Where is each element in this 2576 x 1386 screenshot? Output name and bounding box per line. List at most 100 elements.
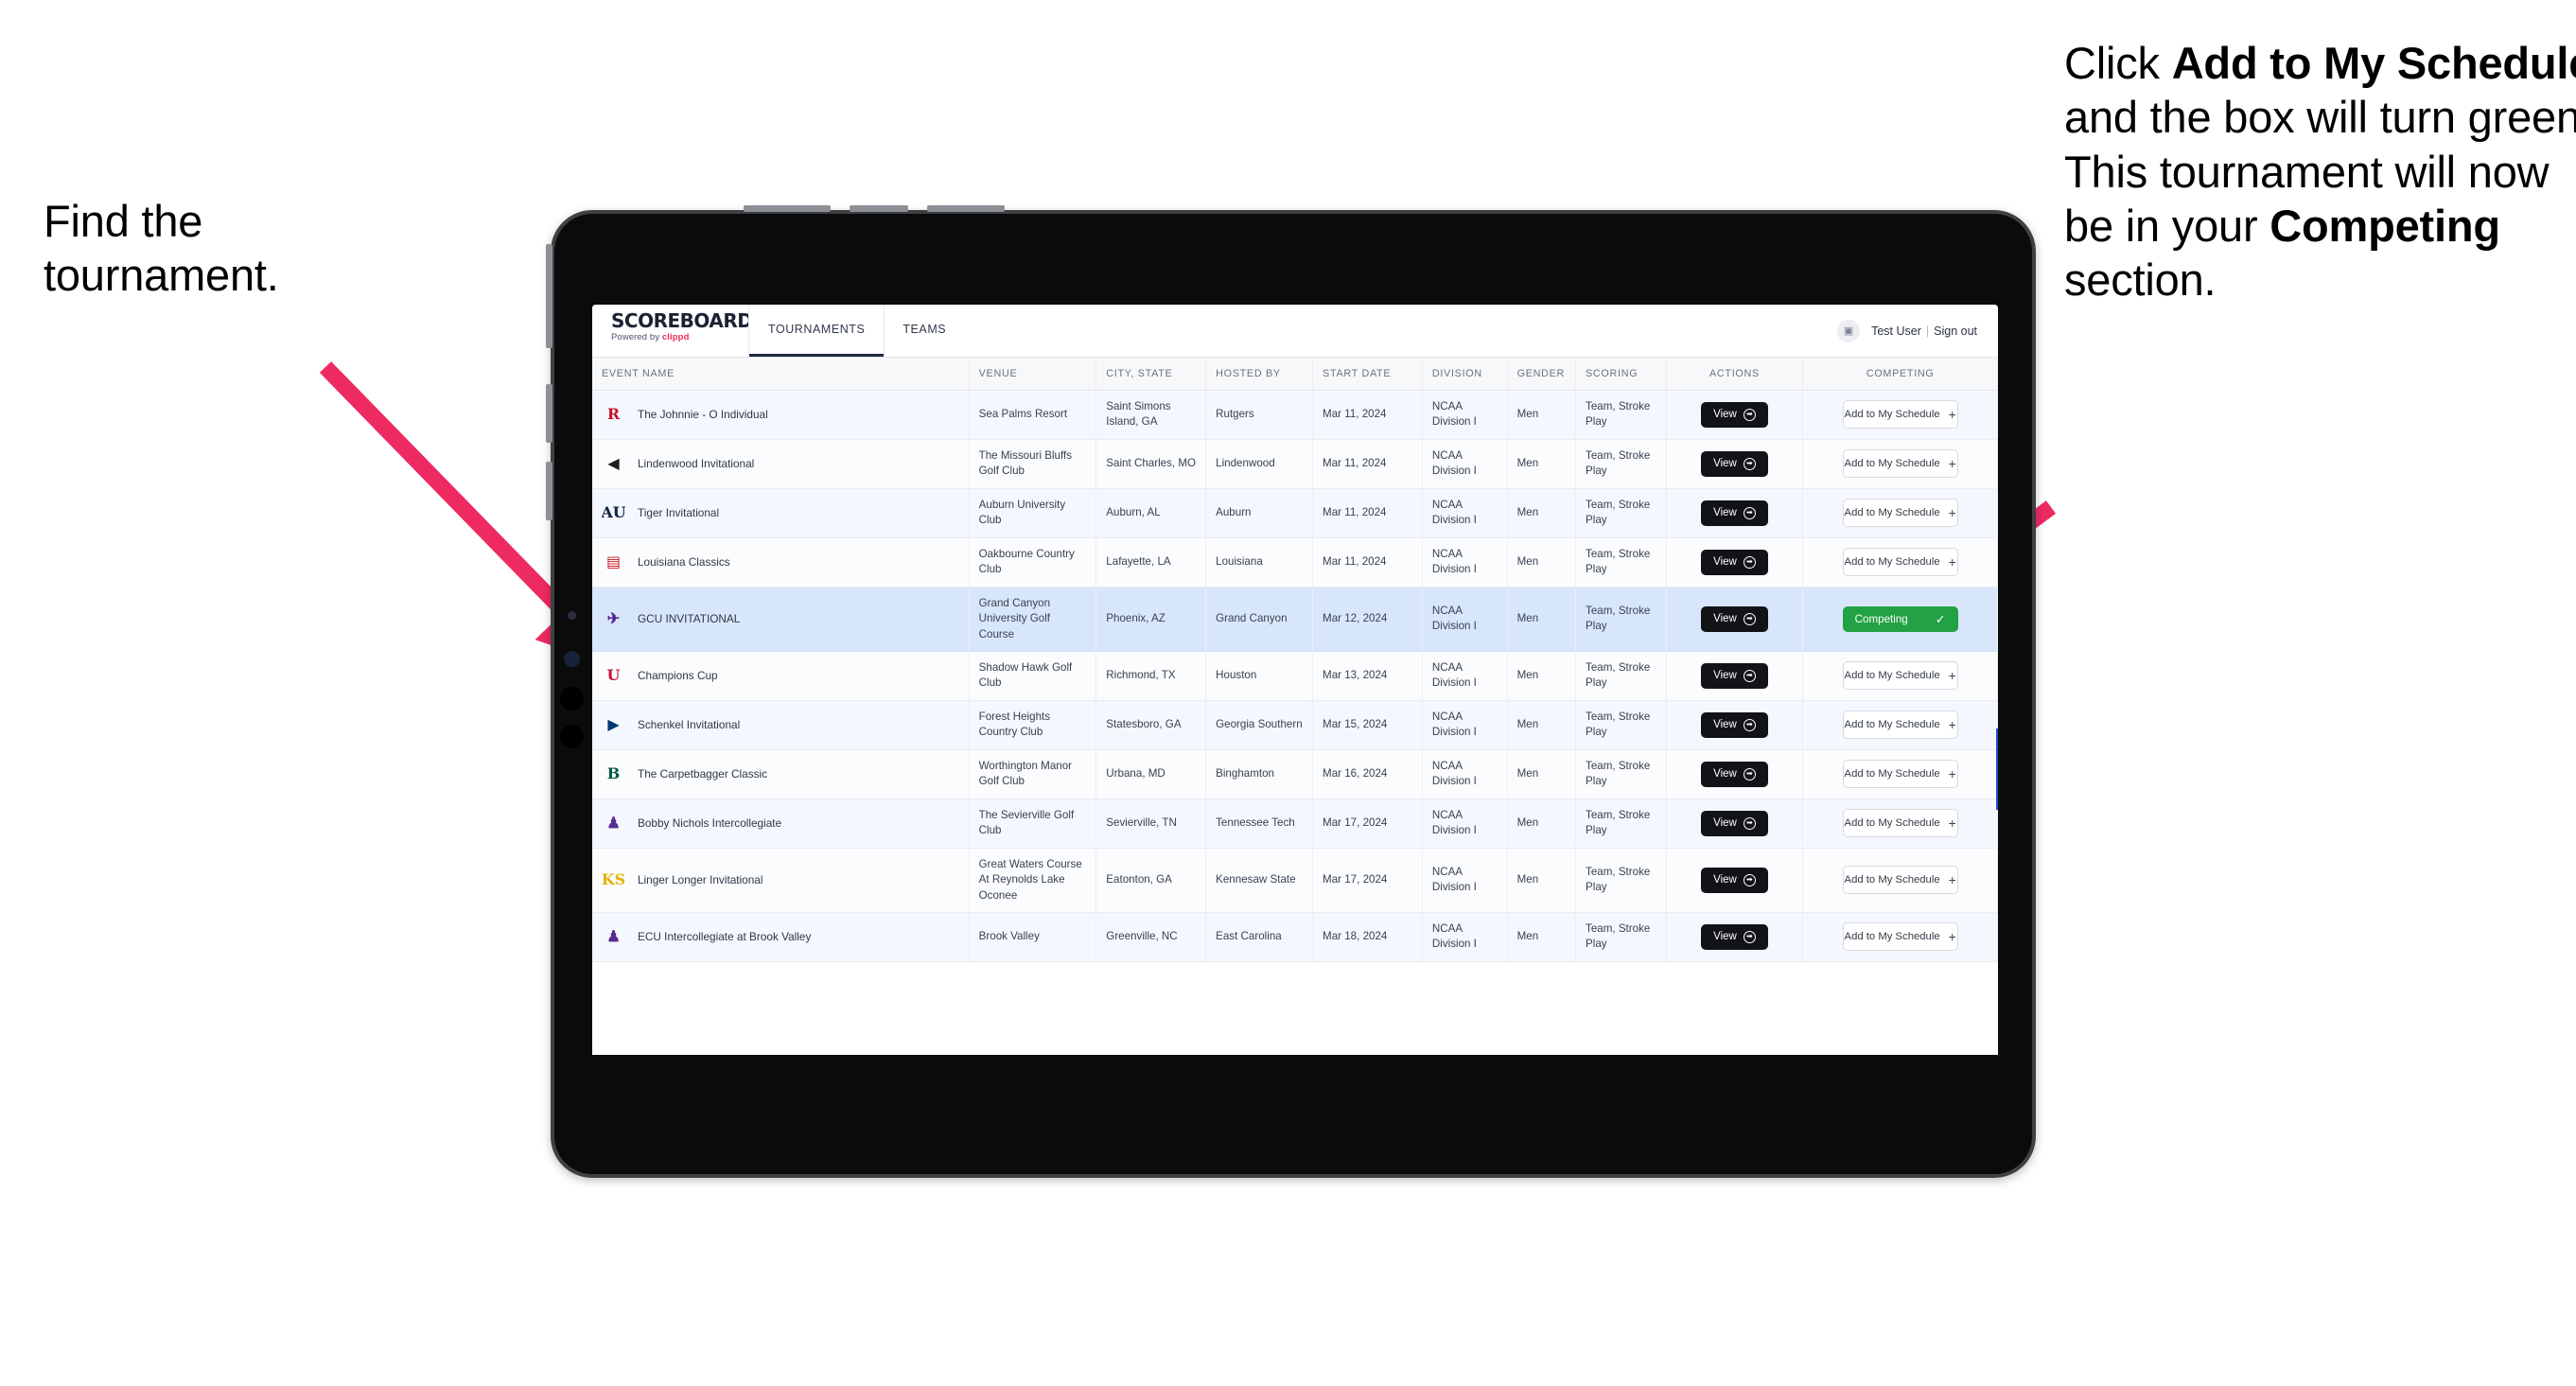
device-top-button-2[interactable] bbox=[850, 205, 908, 212]
add-to-my-schedule-button[interactable]: Add to My Schedule + bbox=[1842, 400, 1958, 430]
column-header-scoring[interactable]: SCORING bbox=[1575, 358, 1667, 391]
add-to-my-schedule-button[interactable]: Add to My Schedule + bbox=[1842, 760, 1958, 789]
cell-start-date: Mar 11, 2024 bbox=[1312, 537, 1423, 588]
tab-tournaments[interactable]: TOURNAMENTS bbox=[749, 305, 885, 357]
view-button[interactable]: View ➡ bbox=[1701, 662, 1768, 689]
sign-out-link[interactable]: Sign out bbox=[1934, 325, 1977, 338]
plus-icon: + bbox=[1948, 407, 1956, 423]
cell-competing: Add to My Schedule + bbox=[1802, 848, 1998, 913]
scrollbar-indicator[interactable] bbox=[1996, 728, 1998, 810]
add-to-my-schedule-button[interactable]: Add to My Schedule + bbox=[1842, 809, 1958, 838]
add-to-my-schedule-button[interactable]: Add to My Schedule + bbox=[1842, 711, 1958, 740]
annotation-right: Click Add to My Schedule and the box wil… bbox=[2064, 36, 2576, 307]
cell-actions: View ➡ bbox=[1666, 848, 1804, 913]
view-button-label: View bbox=[1713, 670, 1737, 682]
cell-scoring: Team, Stroke Play bbox=[1575, 798, 1667, 849]
column-header-start-date[interactable]: START DATE bbox=[1312, 358, 1423, 391]
tab-teams[interactable]: TEAMS bbox=[884, 305, 965, 357]
cell-gender: Men bbox=[1507, 537, 1577, 588]
table-row[interactable]: ▶ Schenkel Invitational Forest Heights C… bbox=[592, 700, 1998, 750]
table-row[interactable]: KS Linger Longer Invitational Great Wate… bbox=[592, 848, 1998, 913]
annotation-right-bold-competing: Competing bbox=[2269, 200, 2500, 251]
cell-venue: The Missouri Bluffs Golf Club bbox=[969, 439, 1097, 489]
cell-city-state: Lafayette, LA bbox=[1095, 537, 1207, 588]
cell-gender: Men bbox=[1507, 587, 1577, 652]
table-row[interactable]: U Champions Cup Shadow Hawk Golf Club Ri… bbox=[592, 651, 1998, 701]
table-row[interactable]: ▤ Louisiana Classics Oakbourne Country C… bbox=[592, 537, 1998, 588]
add-to-my-schedule-button[interactable]: Add to My Schedule + bbox=[1842, 449, 1958, 479]
view-button-label: View bbox=[1713, 613, 1737, 625]
table-row[interactable]: ◀ Lindenwood Invitational The Missouri B… bbox=[592, 439, 1998, 489]
add-to-my-schedule-button[interactable]: Add to My Schedule + bbox=[1842, 548, 1958, 577]
view-button[interactable]: View ➡ bbox=[1701, 450, 1768, 477]
view-button[interactable]: View ➡ bbox=[1701, 761, 1768, 787]
device-sensor-icon bbox=[568, 611, 576, 620]
column-header-division[interactable]: DIVISION bbox=[1422, 358, 1508, 391]
cell-gender: Men bbox=[1507, 912, 1577, 962]
cell-actions: View ➡ bbox=[1666, 390, 1804, 440]
cell-competing: Add to My Schedule + bbox=[1802, 700, 1998, 750]
view-button[interactable]: View ➡ bbox=[1701, 500, 1768, 526]
view-button[interactable]: View ➡ bbox=[1701, 401, 1768, 428]
device-volume-down-button[interactable] bbox=[546, 462, 552, 520]
table-row[interactable]: ♟ Bobby Nichols Intercollegiate The Sevi… bbox=[592, 798, 1998, 849]
cell-event-name: AU Tiger Invitational bbox=[592, 488, 970, 538]
cell-scoring: Team, Stroke Play bbox=[1575, 912, 1667, 962]
table-row[interactable]: B The Carpetbagger Classic Worthington M… bbox=[592, 749, 1998, 799]
view-button[interactable]: View ➡ bbox=[1701, 549, 1768, 575]
cell-venue: Worthington Manor Golf Club bbox=[969, 749, 1097, 799]
column-header-gender[interactable]: GENDER bbox=[1507, 358, 1577, 391]
view-button[interactable]: View ➡ bbox=[1701, 711, 1768, 738]
competing-button[interactable]: Competing ✓ bbox=[1842, 605, 1958, 632]
table-row[interactable]: ✈ GCU INVITATIONAL Grand Canyon Universi… bbox=[592, 587, 1998, 652]
device-top-button-3[interactable] bbox=[927, 205, 1005, 212]
column-header-competing: COMPETING bbox=[1802, 358, 1998, 391]
view-button-label: View bbox=[1713, 874, 1737, 886]
add-button-label: Add to My Schedule bbox=[1844, 670, 1940, 682]
device-volume-up-button[interactable] bbox=[546, 384, 552, 443]
table-row[interactable]: R The Johnnie - O Individual Sea Palms R… bbox=[592, 390, 1998, 440]
annotation-right-part1: Click bbox=[2064, 38, 2172, 88]
view-button[interactable]: View ➡ bbox=[1701, 605, 1768, 632]
team-logo-icon: ♟ bbox=[606, 813, 621, 832]
cell-gender: Men bbox=[1507, 651, 1577, 701]
view-button[interactable]: View ➡ bbox=[1701, 810, 1768, 836]
view-button[interactable]: View ➡ bbox=[1701, 923, 1768, 950]
device-power-button[interactable] bbox=[546, 244, 552, 348]
avatar[interactable]: ▣ bbox=[1837, 319, 1861, 342]
column-header-event-name[interactable]: EVENT NAME bbox=[592, 358, 970, 391]
annotation-right-bold-add: Add to My Schedule bbox=[2171, 38, 2576, 88]
table-row[interactable]: AU Tiger Invitational Auburn University … bbox=[592, 488, 1998, 538]
cell-actions: View ➡ bbox=[1666, 488, 1804, 538]
add-to-my-schedule-button[interactable]: Add to My Schedule + bbox=[1842, 866, 1958, 895]
arrow-right-circle-icon: ➡ bbox=[1743, 555, 1756, 569]
cell-venue: Brook Valley bbox=[969, 912, 1097, 962]
cell-city-state: Richmond, TX bbox=[1095, 651, 1207, 701]
device-top-button-1[interactable] bbox=[744, 205, 831, 212]
cell-competing: Add to My Schedule + bbox=[1802, 749, 1998, 799]
cell-gender: Men bbox=[1507, 488, 1577, 538]
add-to-my-schedule-button[interactable]: Add to My Schedule + bbox=[1842, 922, 1958, 952]
event-name-text: Lindenwood Invitational bbox=[638, 456, 755, 470]
cell-gender: Men bbox=[1507, 439, 1577, 489]
add-to-my-schedule-button[interactable]: Add to My Schedule + bbox=[1842, 661, 1958, 691]
arrow-right-circle-icon: ➡ bbox=[1743, 718, 1756, 731]
annotation-right-part3: section. bbox=[2064, 254, 2217, 306]
cell-scoring: Team, Stroke Play bbox=[1575, 651, 1667, 701]
cell-division: NCAA Division I bbox=[1422, 390, 1508, 440]
view-button[interactable]: View ➡ bbox=[1701, 867, 1768, 893]
page-root: Find the tournament. Click Add to My Sch… bbox=[0, 0, 2576, 1386]
column-header-city-state[interactable]: CITY, STATE bbox=[1095, 358, 1207, 391]
table-row[interactable]: ♟ ECU Intercollegiate at Brook Valley Br… bbox=[592, 912, 1998, 962]
cell-hosted-by: Kennesaw State bbox=[1205, 848, 1314, 913]
view-button-label: View bbox=[1713, 556, 1737, 569]
event-name-wrap: ▤ Louisiana Classics bbox=[602, 551, 959, 574]
cell-event-name: ▤ Louisiana Classics bbox=[592, 537, 970, 588]
cell-start-date: Mar 16, 2024 bbox=[1312, 749, 1423, 799]
event-name-wrap: B The Carpetbagger Classic bbox=[602, 763, 959, 786]
brand-logo[interactable]: SCOREBOARD Powered by clippd bbox=[592, 305, 753, 357]
column-header-venue[interactable]: VENUE bbox=[969, 358, 1097, 391]
cell-actions: View ➡ bbox=[1666, 912, 1804, 962]
column-header-hosted-by[interactable]: HOSTED BY bbox=[1205, 358, 1314, 391]
add-to-my-schedule-button[interactable]: Add to My Schedule + bbox=[1842, 499, 1958, 528]
